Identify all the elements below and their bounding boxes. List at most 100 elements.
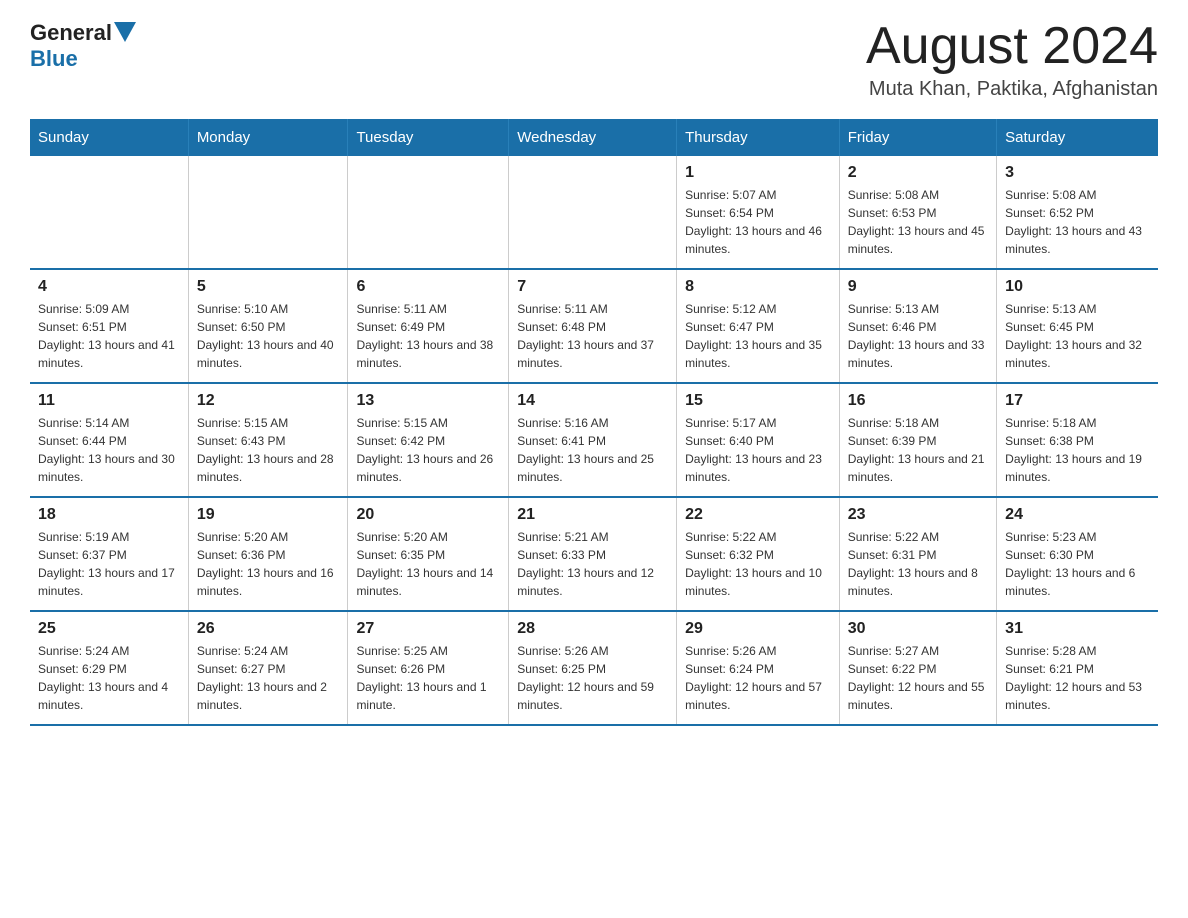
table-row: 8 Sunrise: 5:12 AM Sunset: 6:47 PM Daylig… xyxy=(677,269,840,383)
table-row: 26 Sunrise: 5:24 AM Sunset: 6:27 PM Dayli… xyxy=(188,611,348,725)
day-info: Sunrise: 5:13 AM Sunset: 6:45 PM Dayligh… xyxy=(1005,300,1150,372)
day-info: Sunrise: 5:22 AM Sunset: 6:32 PM Dayligh… xyxy=(685,528,831,600)
day-number: 15 xyxy=(685,392,831,410)
day-number: 2 xyxy=(848,164,988,182)
day-info: Sunrise: 5:19 AM Sunset: 6:37 PM Dayligh… xyxy=(38,528,180,600)
table-row xyxy=(509,156,677,269)
header-sunday: Sunday xyxy=(30,119,188,156)
day-number: 11 xyxy=(38,392,180,410)
day-number: 22 xyxy=(685,506,831,524)
table-row xyxy=(30,156,188,269)
day-info: Sunrise: 5:21 AM Sunset: 6:33 PM Dayligh… xyxy=(517,528,668,600)
table-row: 12 Sunrise: 5:15 AM Sunset: 6:43 PM Dayli… xyxy=(188,383,348,497)
day-number: 6 xyxy=(356,278,500,296)
day-number: 10 xyxy=(1005,278,1150,296)
day-number: 30 xyxy=(848,620,988,638)
calendar-subtitle: Muta Khan, Paktika, Afghanistan xyxy=(866,78,1158,101)
day-info: Sunrise: 5:26 AM Sunset: 6:24 PM Dayligh… xyxy=(685,642,831,714)
day-number: 29 xyxy=(685,620,831,638)
day-info: Sunrise: 5:14 AM Sunset: 6:44 PM Dayligh… xyxy=(38,414,180,486)
day-info: Sunrise: 5:24 AM Sunset: 6:29 PM Dayligh… xyxy=(38,642,180,714)
header-wednesday: Wednesday xyxy=(509,119,677,156)
table-row: 14 Sunrise: 5:16 AM Sunset: 6:41 PM Dayli… xyxy=(509,383,677,497)
day-info: Sunrise: 5:07 AM Sunset: 6:54 PM Dayligh… xyxy=(685,186,831,258)
day-info: Sunrise: 5:17 AM Sunset: 6:40 PM Dayligh… xyxy=(685,414,831,486)
title-block: August 2024 Muta Khan, Paktika, Afghanis… xyxy=(866,20,1158,101)
table-row: 29 Sunrise: 5:26 AM Sunset: 6:24 PM Dayli… xyxy=(677,611,840,725)
day-info: Sunrise: 5:08 AM Sunset: 6:52 PM Dayligh… xyxy=(1005,186,1150,258)
table-row: 2 Sunrise: 5:08 AM Sunset: 6:53 PM Daylig… xyxy=(839,156,996,269)
day-number: 1 xyxy=(685,164,831,182)
day-info: Sunrise: 5:12 AM Sunset: 6:47 PM Dayligh… xyxy=(685,300,831,372)
day-info: Sunrise: 5:13 AM Sunset: 6:46 PM Dayligh… xyxy=(848,300,988,372)
table-row: 18 Sunrise: 5:19 AM Sunset: 6:37 PM Dayli… xyxy=(30,497,188,611)
calendar-week-row: 18 Sunrise: 5:19 AM Sunset: 6:37 PM Dayli… xyxy=(30,497,1158,611)
day-info: Sunrise: 5:11 AM Sunset: 6:48 PM Dayligh… xyxy=(517,300,668,372)
day-info: Sunrise: 5:09 AM Sunset: 6:51 PM Dayligh… xyxy=(38,300,180,372)
day-info: Sunrise: 5:24 AM Sunset: 6:27 PM Dayligh… xyxy=(197,642,340,714)
day-info: Sunrise: 5:28 AM Sunset: 6:21 PM Dayligh… xyxy=(1005,642,1150,714)
day-number: 16 xyxy=(848,392,988,410)
day-info: Sunrise: 5:15 AM Sunset: 6:42 PM Dayligh… xyxy=(356,414,500,486)
day-number: 5 xyxy=(197,278,340,296)
table-row: 11 Sunrise: 5:14 AM Sunset: 6:44 PM Dayli… xyxy=(30,383,188,497)
logo-blue-text: Blue xyxy=(30,46,78,71)
day-number: 24 xyxy=(1005,506,1150,524)
day-number: 14 xyxy=(517,392,668,410)
calendar-week-row: 1 Sunrise: 5:07 AM Sunset: 6:54 PM Daylig… xyxy=(30,156,1158,269)
header-saturday: Saturday xyxy=(997,119,1158,156)
table-row: 23Sunrise: 5:22 AM Sunset: 6:31 PM Dayli… xyxy=(839,497,996,611)
day-number: 13 xyxy=(356,392,500,410)
logo-general-text: General xyxy=(30,20,112,46)
day-info: Sunrise: 5:16 AM Sunset: 6:41 PM Dayligh… xyxy=(517,414,668,486)
day-info: Sunrise: 5:18 AM Sunset: 6:38 PM Dayligh… xyxy=(1005,414,1150,486)
day-info: Sunrise: 5:08 AM Sunset: 6:53 PM Dayligh… xyxy=(848,186,988,258)
table-row: 16 Sunrise: 5:18 AM Sunset: 6:39 PM Dayli… xyxy=(839,383,996,497)
table-row: 1 Sunrise: 5:07 AM Sunset: 6:54 PM Daylig… xyxy=(677,156,840,269)
table-row: 17Sunrise: 5:18 AM Sunset: 6:38 PM Dayli… xyxy=(997,383,1158,497)
header-tuesday: Tuesday xyxy=(348,119,509,156)
table-row: 6 Sunrise: 5:11 AM Sunset: 6:49 PM Daylig… xyxy=(348,269,509,383)
table-row: 13 Sunrise: 5:15 AM Sunset: 6:42 PM Dayli… xyxy=(348,383,509,497)
day-number: 12 xyxy=(197,392,340,410)
day-number: 27 xyxy=(356,620,500,638)
table-row: 4 Sunrise: 5:09 AM Sunset: 6:51 PM Daylig… xyxy=(30,269,188,383)
day-number: 25 xyxy=(38,620,180,638)
table-row: 24 Sunrise: 5:23 AM Sunset: 6:30 PM Dayli… xyxy=(997,497,1158,611)
calendar-week-row: 11 Sunrise: 5:14 AM Sunset: 6:44 PM Dayli… xyxy=(30,383,1158,497)
day-info: Sunrise: 5:27 AM Sunset: 6:22 PM Dayligh… xyxy=(848,642,988,714)
table-row: 25 Sunrise: 5:24 AM Sunset: 6:29 PM Dayli… xyxy=(30,611,188,725)
logo: General Blue xyxy=(30,20,136,72)
table-row: 9Sunrise: 5:13 AM Sunset: 6:46 PM Daylig… xyxy=(839,269,996,383)
logo-icon xyxy=(112,22,136,44)
day-info: Sunrise: 5:20 AM Sunset: 6:36 PM Dayligh… xyxy=(197,528,340,600)
header-friday: Friday xyxy=(839,119,996,156)
day-number: 3 xyxy=(1005,164,1150,182)
table-row: 22 Sunrise: 5:22 AM Sunset: 6:32 PM Dayli… xyxy=(677,497,840,611)
day-number: 31 xyxy=(1005,620,1150,638)
table-row: 10 Sunrise: 5:13 AM Sunset: 6:45 PM Dayli… xyxy=(997,269,1158,383)
table-row: 19 Sunrise: 5:20 AM Sunset: 6:36 PM Dayli… xyxy=(188,497,348,611)
table-row: 5 Sunrise: 5:10 AM Sunset: 6:50 PM Daylig… xyxy=(188,269,348,383)
table-row: 3 Sunrise: 5:08 AM Sunset: 6:52 PM Daylig… xyxy=(997,156,1158,269)
day-info: Sunrise: 5:11 AM Sunset: 6:49 PM Dayligh… xyxy=(356,300,500,372)
header-thursday: Thursday xyxy=(677,119,840,156)
day-number: 19 xyxy=(197,506,340,524)
table-row: 20Sunrise: 5:20 AM Sunset: 6:35 PM Dayli… xyxy=(348,497,509,611)
day-number: 18 xyxy=(38,506,180,524)
table-row: 30 Sunrise: 5:27 AM Sunset: 6:22 PM Dayli… xyxy=(839,611,996,725)
table-row xyxy=(188,156,348,269)
day-info: Sunrise: 5:26 AM Sunset: 6:25 PM Dayligh… xyxy=(517,642,668,714)
day-info: Sunrise: 5:25 AM Sunset: 6:26 PM Dayligh… xyxy=(356,642,500,714)
calendar-week-row: 4 Sunrise: 5:09 AM Sunset: 6:51 PM Daylig… xyxy=(30,269,1158,383)
day-number: 26 xyxy=(197,620,340,638)
day-info: Sunrise: 5:23 AM Sunset: 6:30 PM Dayligh… xyxy=(1005,528,1150,600)
calendar-week-row: 25 Sunrise: 5:24 AM Sunset: 6:29 PM Dayli… xyxy=(30,611,1158,725)
header-monday: Monday xyxy=(188,119,348,156)
day-info: Sunrise: 5:15 AM Sunset: 6:43 PM Dayligh… xyxy=(197,414,340,486)
day-number: 8 xyxy=(685,278,831,296)
day-info: Sunrise: 5:18 AM Sunset: 6:39 PM Dayligh… xyxy=(848,414,988,486)
day-number: 4 xyxy=(38,278,180,296)
table-row xyxy=(348,156,509,269)
day-info: Sunrise: 5:10 AM Sunset: 6:50 PM Dayligh… xyxy=(197,300,340,372)
